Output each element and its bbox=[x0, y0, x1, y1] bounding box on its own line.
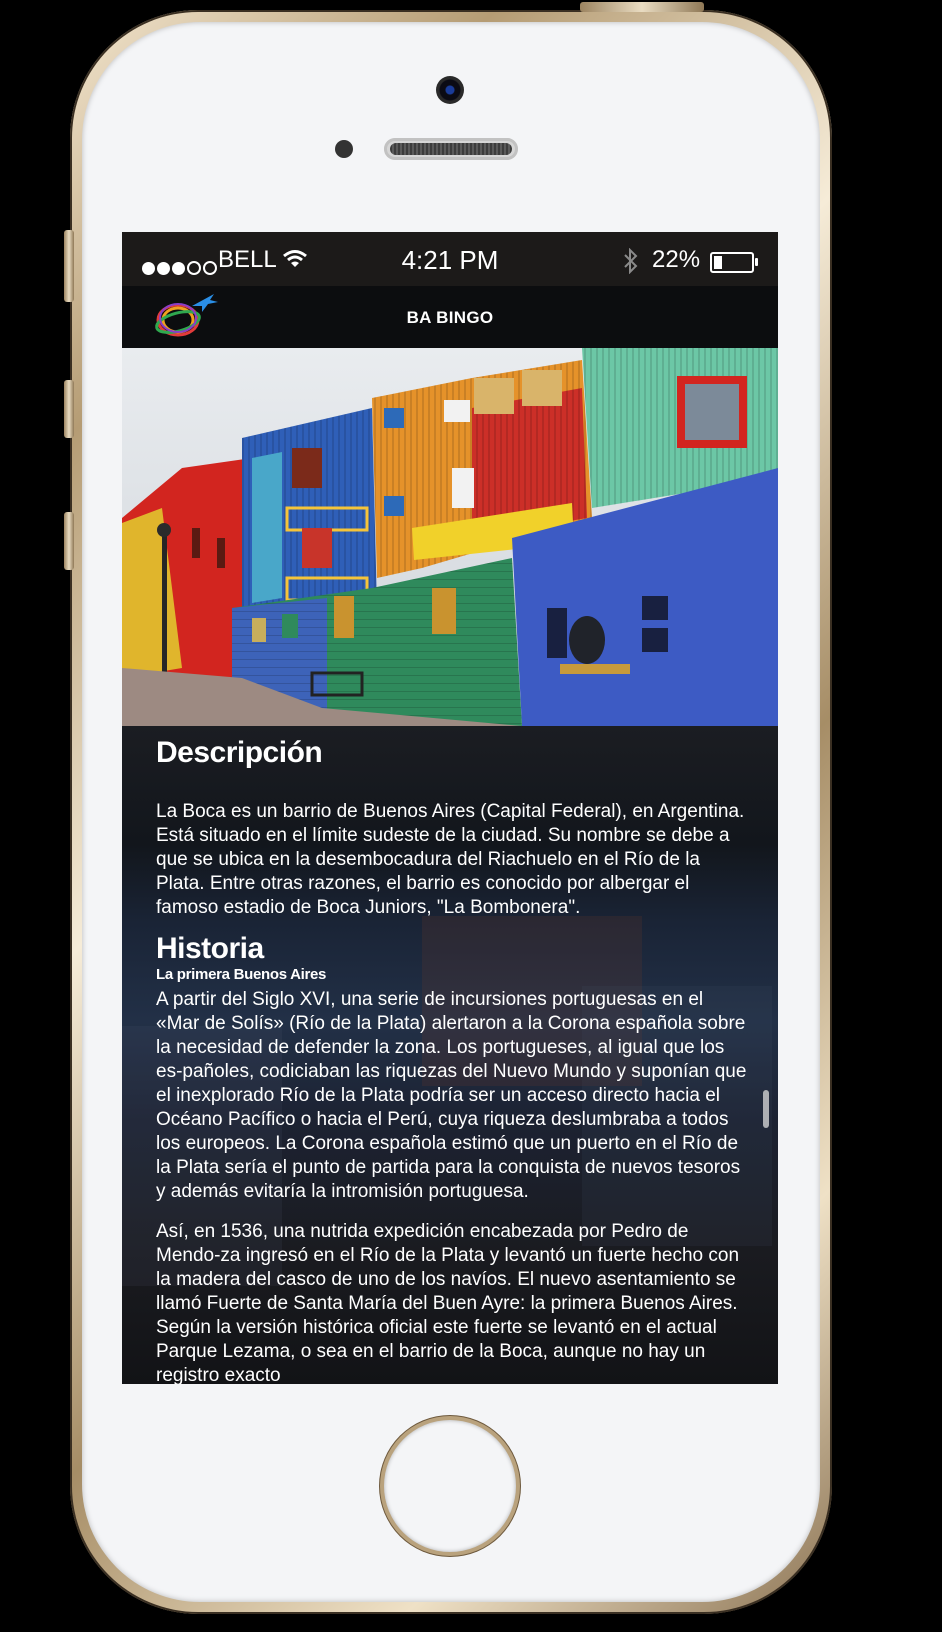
volume-down-button bbox=[64, 512, 74, 570]
front-camera bbox=[436, 76, 464, 104]
history-subheading: La primera Buenos Aires bbox=[156, 966, 327, 983]
status-bar: BELL 4:21 PM 22% bbox=[122, 232, 778, 286]
battery-icon bbox=[710, 252, 758, 273]
mute-switch bbox=[64, 230, 74, 302]
app-screen: BELL 4:21 PM 22% BA BINGO Descripción La… bbox=[122, 232, 778, 1384]
earpiece-speaker bbox=[384, 138, 518, 160]
description-heading: Descripción bbox=[156, 736, 323, 769]
home-button[interactable] bbox=[384, 1420, 516, 1552]
history-paragraph-1: A partir del Siglo XVI, una serie de inc… bbox=[156, 989, 747, 1202]
app-header: BA BINGO bbox=[122, 286, 778, 348]
volume-up-button bbox=[64, 380, 74, 438]
proximity-sensor bbox=[335, 140, 353, 158]
scrollbar-thumb[interactable] bbox=[763, 1090, 769, 1128]
app-title: BA BINGO bbox=[406, 308, 494, 327]
battery-percent: 22% bbox=[652, 246, 701, 273]
bluetooth-icon bbox=[624, 248, 638, 274]
power-button bbox=[580, 2, 704, 12]
history-heading: Historia bbox=[156, 932, 264, 965]
description-paragraph: La Boca es un barrio de Buenos Aires (Ca… bbox=[156, 801, 745, 918]
article-content: Descripción La Boca es un barrio de Buen… bbox=[122, 726, 778, 1384]
battery-level-fill bbox=[714, 256, 722, 269]
history-paragraph-2: Así, en 1536, una nutrida expedición enc… bbox=[156, 1221, 740, 1384]
hero-photo bbox=[122, 348, 778, 726]
